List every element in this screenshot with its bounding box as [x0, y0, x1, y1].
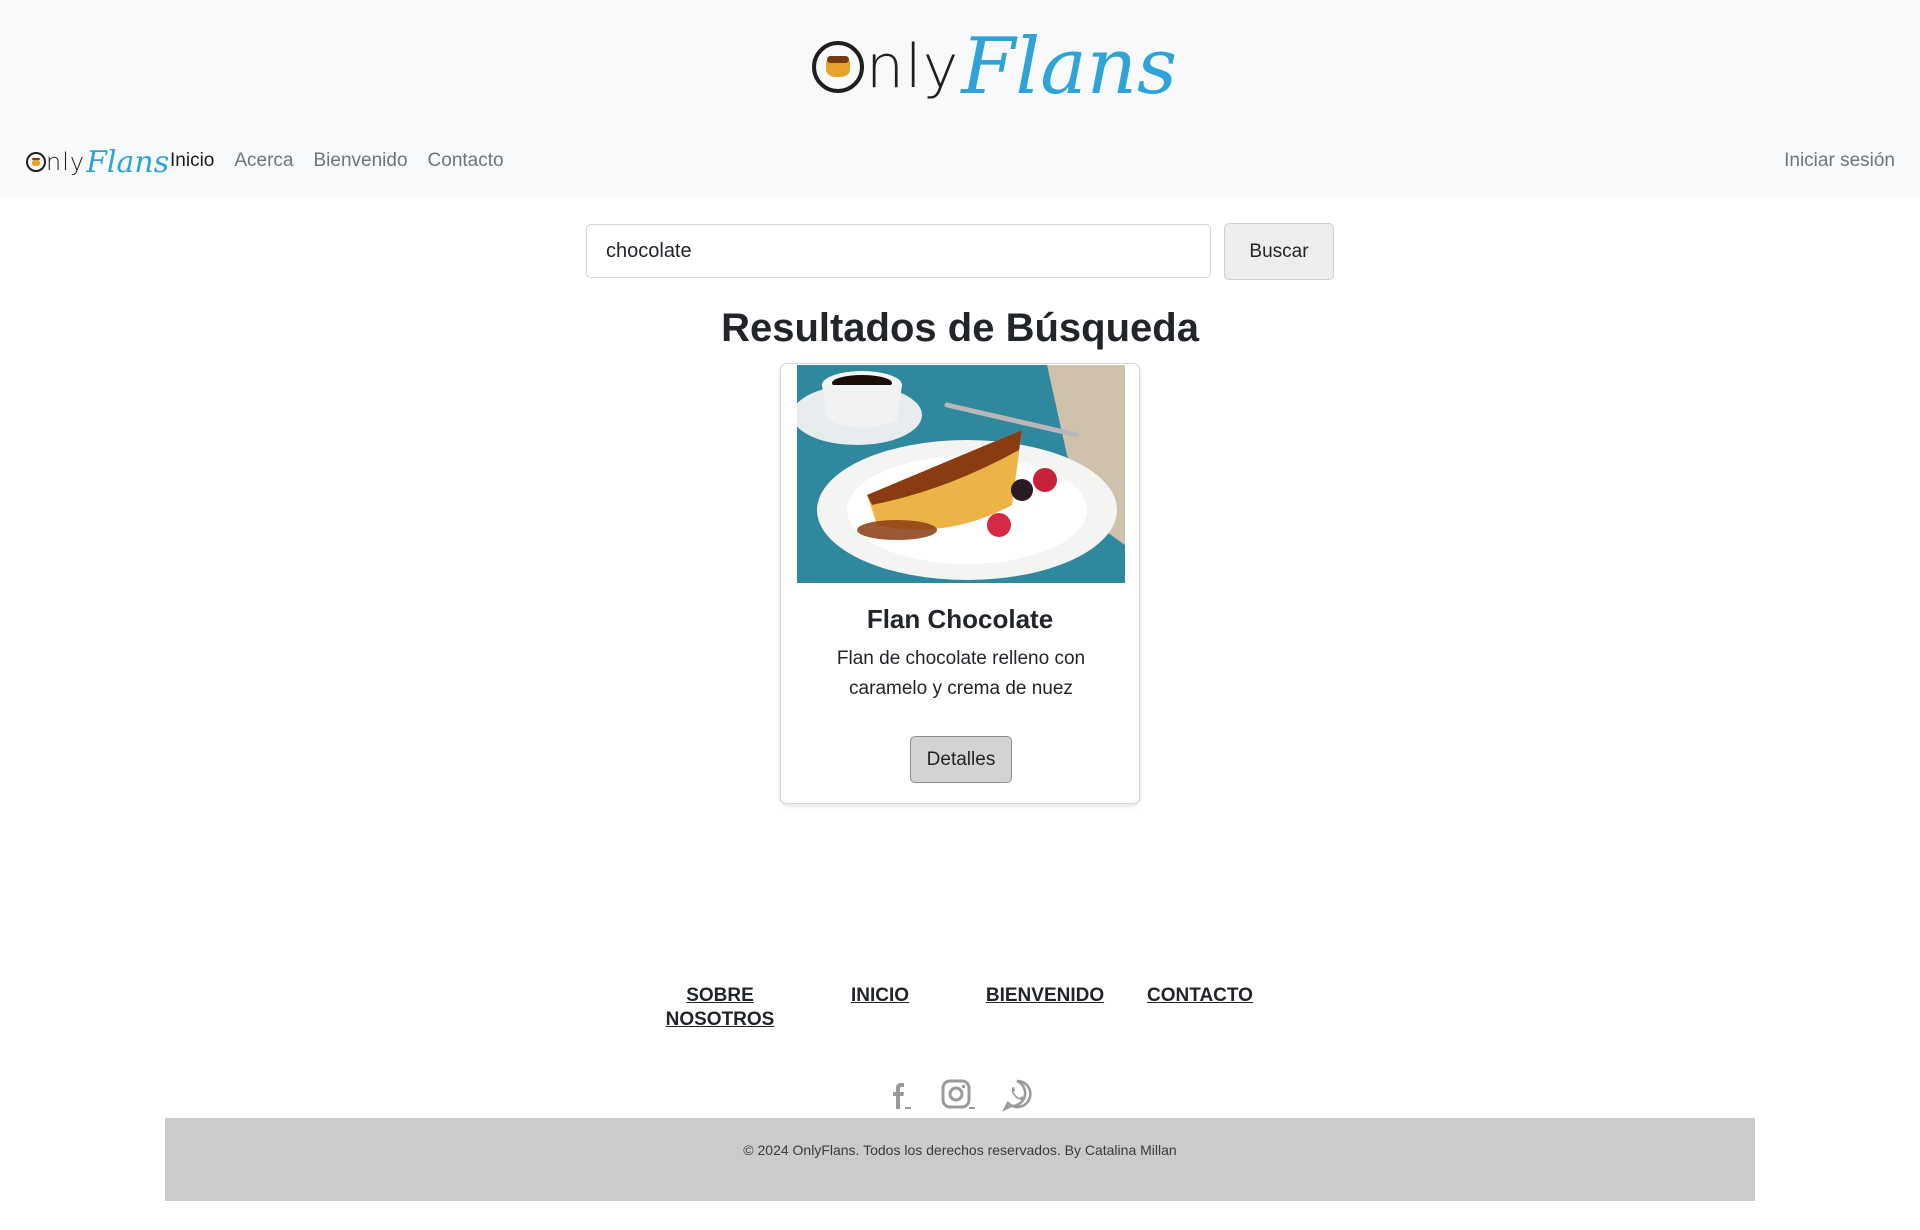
whatsapp-icon[interactable]	[1000, 1077, 1036, 1113]
logo-script-text: Flans	[961, 22, 1178, 112]
footer-link-bienvenido[interactable]: BIENVENIDO	[980, 984, 1110, 1008]
logo-plain-tail: nly	[866, 32, 960, 102]
copyright-bar: © 2024 OnlyFlans. Todos los derechos res…	[165, 1118, 1755, 1201]
facebook-icon[interactable]	[884, 1077, 920, 1113]
details-button[interactable]: Detalles	[910, 736, 1012, 783]
result-card: Flan Chocolate Flan de chocolate relleno…	[780, 363, 1140, 804]
nav-item-bienvenido[interactable]: Bienvenido	[314, 150, 408, 172]
flan-logo-icon	[812, 41, 864, 93]
main-navbar: nly Flans Inicio Acerca Bienvenido Conta…	[0, 140, 1920, 184]
flan-photo	[797, 365, 1125, 583]
search-input[interactable]	[586, 224, 1211, 278]
nav-links: Inicio Acerca Bienvenido Contacto	[170, 150, 504, 172]
navbar-logo-plain-tail: nly	[46, 148, 86, 176]
copyright-text: © 2024 OnlyFlans. Todos los derechos res…	[743, 1142, 1177, 1158]
results-title: Resultados de Búsqueda	[721, 306, 1199, 350]
nav-item-contacto[interactable]: Contacto	[428, 150, 504, 172]
navbar-logo-script-text: Flans	[86, 144, 170, 180]
flan-logo-icon	[26, 152, 46, 172]
footer-link-contacto[interactable]: CONTACTO	[1140, 984, 1260, 1008]
login-link[interactable]: Iniciar sesión	[1784, 150, 1895, 172]
main-logo[interactable]: nly Flans	[812, 22, 1177, 112]
footer-link-sobre-nosotros[interactable]: SOBRE NOSOTROS	[660, 984, 780, 1032]
site-header: nly Flans nly Flans Inicio Acerca Bienve…	[0, 0, 1920, 197]
nav-item-acerca[interactable]: Acerca	[234, 150, 293, 172]
card-description: Flan de chocolate relleno con caramelo y…	[836, 648, 1086, 699]
footer-link-inicio[interactable]: INICIO	[830, 984, 930, 1008]
card-title: Flan Chocolate	[866, 604, 1054, 634]
instagram-icon[interactable]	[940, 1077, 976, 1113]
nav-item-inicio[interactable]: Inicio	[170, 150, 214, 172]
footer-links: SOBRE NOSOTROS INICIO BIENVENIDO CONTACT…	[0, 984, 1920, 1044]
search-button[interactable]: Buscar	[1224, 223, 1334, 280]
logo-only-text: nly	[812, 32, 959, 102]
navbar-logo-only-text: nly	[26, 148, 85, 176]
navbar-brand-logo[interactable]: nly Flans	[26, 144, 169, 180]
social-links	[0, 1077, 1920, 1117]
